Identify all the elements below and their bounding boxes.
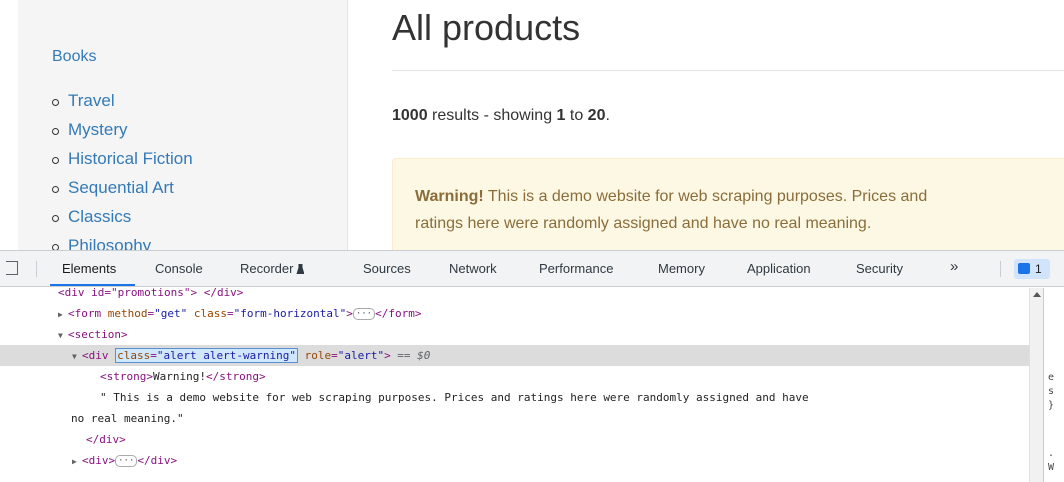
dom-scrollbar[interactable] [1029, 288, 1043, 482]
warning-alert: Warning! This is a demo website for web … [392, 158, 1064, 250]
category-list: Travel Mystery Historical Fiction Sequen… [52, 91, 193, 250]
tab-security[interactable]: Security [856, 261, 903, 276]
dom-node-alert-selected[interactable]: ▼ <div class="alert alert-warning" role="… [0, 345, 1029, 366]
web-page: Books Travel Mystery Historical Fiction … [0, 0, 1064, 250]
dom-node-div[interactable]: ▶ <div> ··· </div> [72, 450, 1064, 471]
scroll-up-icon[interactable] [1033, 292, 1041, 297]
dom-text-node-wrap: no real meaning." [71, 412, 184, 425]
bullet-icon [52, 157, 59, 164]
devtools-panel: Elements Console Recorder Sources Networ… [0, 250, 1064, 482]
message-icon [1018, 263, 1030, 274]
category-item[interactable]: Philosophy [52, 236, 193, 250]
dom-node-section[interactable]: ▼ <section> [58, 324, 1064, 345]
category-item[interactable]: Sequential Art [52, 178, 193, 207]
title-divider [392, 70, 1064, 71]
alert-text-line1: This is a demo website for web scraping … [483, 188, 928, 205]
selected-node-ref: == $0 [390, 349, 431, 362]
tab-sources[interactable]: Sources [363, 261, 411, 276]
bullet-icon [52, 215, 59, 222]
category-item[interactable]: Classics [52, 207, 193, 236]
dom-node-promotions[interactable]: <div id="promotions"> </div> [58, 282, 1064, 303]
toolbar-separator [36, 261, 37, 277]
expand-triangle-icon[interactable]: ▶ [72, 451, 82, 472]
tab-elements[interactable]: Elements [62, 261, 116, 276]
tab-performance[interactable]: Performance [539, 261, 613, 276]
expand-triangle-icon[interactable]: ▶ [58, 304, 68, 325]
category-item[interactable]: Travel [52, 91, 193, 120]
attribute-edit-box[interactable]: class="alert alert-warning" [115, 348, 298, 363]
tab-application[interactable]: Application [747, 261, 811, 276]
bullet-icon [52, 186, 59, 193]
page-title: All products [392, 7, 581, 48]
category-item[interactable]: Mystery [52, 120, 193, 149]
dom-text-node[interactable]: " This is a demo website for web scrapin… [100, 387, 1064, 408]
collapse-triangle-icon[interactable]: ▼ [72, 346, 82, 367]
tab-recorder[interactable]: Recorder [240, 261, 305, 276]
dom-node-form[interactable]: ▶ <form method="get" class="form-horizont… [58, 303, 1064, 324]
styles-side-panel: e s } . W [1043, 288, 1064, 482]
bullet-icon [52, 128, 59, 135]
issues-badge[interactable]: 1 [1014, 259, 1050, 279]
collapsed-ellipsis-icon[interactable]: ··· [115, 455, 138, 467]
bullet-icon [52, 99, 59, 106]
collapsed-ellipsis-icon[interactable]: ··· [352, 308, 376, 320]
dom-close-div[interactable]: </div> [86, 429, 1064, 450]
collapse-triangle-icon[interactable]: ▼ [58, 325, 68, 346]
tab-memory[interactable]: Memory [658, 261, 705, 276]
tab-console[interactable]: Console [155, 261, 203, 276]
dom-tree: <div id="promotions"> </div> ▶ <form meth… [0, 286, 1029, 482]
results-summary: 1000 results - showing 1 to 20. [392, 107, 610, 124]
experiment-icon [296, 264, 305, 274]
toolbar-separator [1000, 261, 1001, 277]
more-tabs-button[interactable]: » [950, 258, 958, 275]
dom-node-strong[interactable]: <strong>Warning!</strong> [100, 366, 1064, 387]
category-item[interactable]: Historical Fiction [52, 149, 193, 178]
alert-strong: Warning! [415, 188, 484, 205]
category-books-link[interactable]: Books [52, 48, 96, 66]
inspect-element-icon[interactable] [6, 261, 18, 275]
tab-network[interactable]: Network [449, 261, 497, 276]
alert-text-line2: ratings here were randomly assigned and … [415, 215, 872, 232]
